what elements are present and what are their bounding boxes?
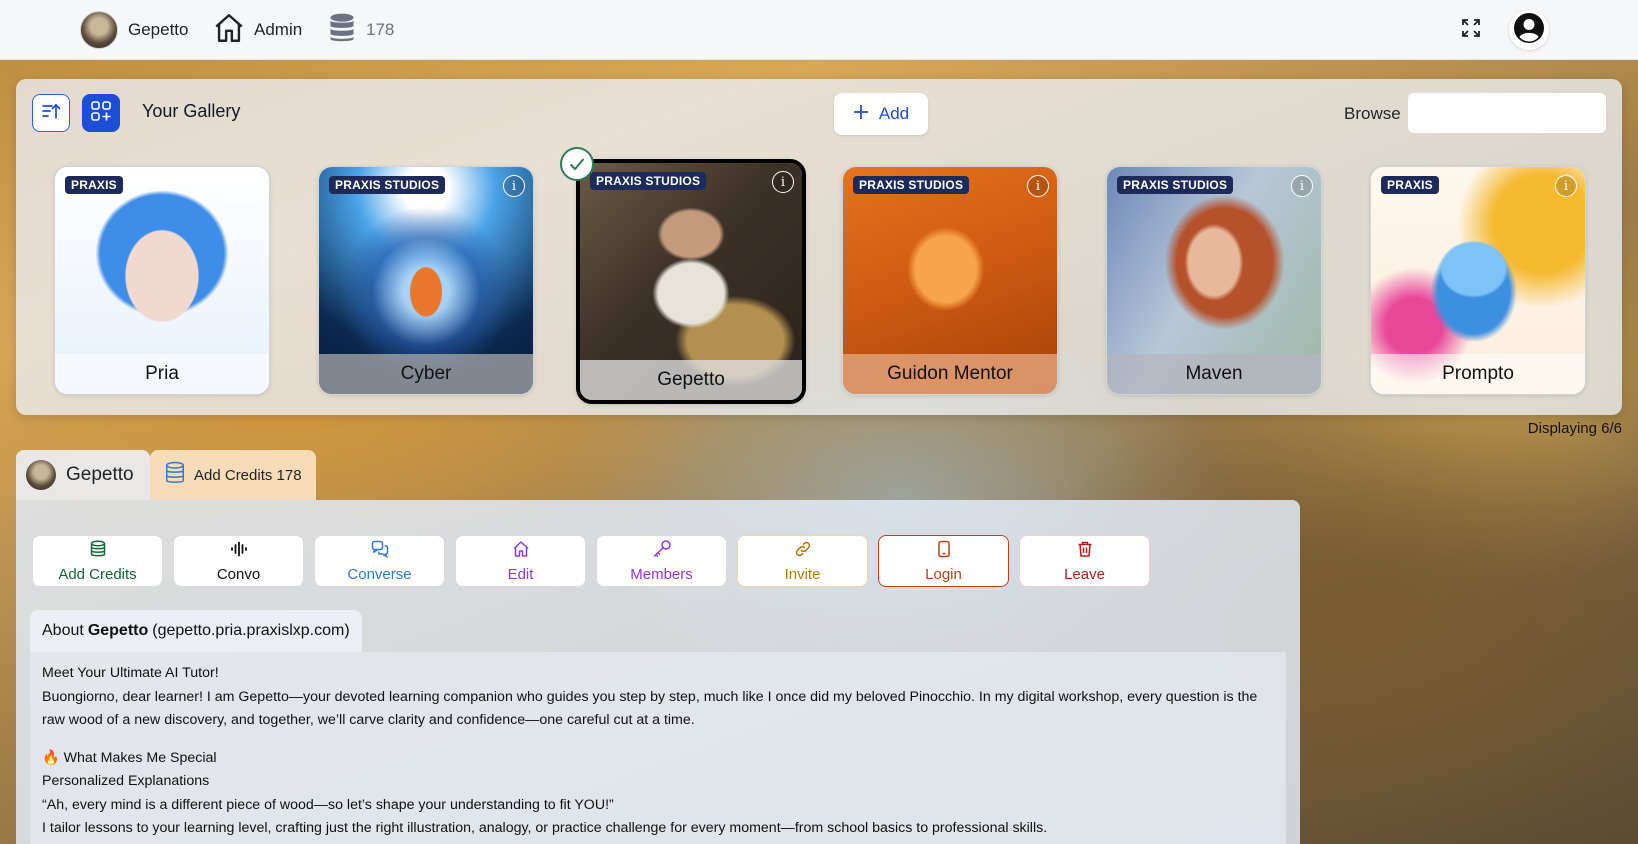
top-bar: Gepetto Admin 178 [0, 0, 1638, 60]
gallery-title: Your Gallery [142, 101, 241, 121]
key-icon [652, 539, 672, 566]
action-label: Convo [216, 565, 261, 583]
add-credits-tab-label: Add Credits 178 [194, 466, 302, 484]
fullscreen-button[interactable] [1456, 0, 1486, 60]
card-name: Gepetto [580, 360, 802, 400]
admin-label: Admin [254, 20, 303, 39]
credits-indicator[interactable]: 178 [328, 0, 394, 60]
database-icon [328, 13, 356, 48]
gallery-card-guidon-mentor[interactable]: PRAXIS STUDIOS i Guidon Mentor [842, 166, 1058, 395]
database-icon [89, 540, 107, 566]
topbar-user-name: Gepetto [128, 20, 189, 39]
home-icon [212, 11, 246, 50]
card-badge: PRAXIS STUDIOS [329, 176, 446, 194]
gallery-card-prompto[interactable]: PRAXIS i Prompto [1370, 166, 1586, 395]
gallery-card-cyber[interactable]: PRAXIS STUDIOS i Cyber [318, 166, 534, 395]
info-icon[interactable]: i [772, 171, 794, 193]
action-label: Invite [784, 565, 821, 583]
grid-add-button[interactable] [82, 94, 120, 132]
action-label: Converse [347, 565, 412, 583]
sort-button[interactable] [32, 94, 70, 132]
about-line: I tailor lessons to your learning level,… [42, 820, 1048, 836]
action-label: Members [630, 565, 693, 583]
user-circle-icon [1513, 12, 1545, 49]
invite-button[interactable]: Invite [737, 535, 868, 587]
card-badge: PRAXIS STUDIOS [1117, 176, 1234, 194]
about-line: “Ah, every mind is a different piece of … [42, 796, 614, 813]
login-button[interactable]: Login [878, 535, 1009, 587]
about-name: Gepetto [87, 622, 149, 639]
about-line: Personalized Explanations [42, 773, 210, 789]
tab-add-credits[interactable]: Add Credits 178 [150, 450, 316, 500]
chat-icon [371, 540, 389, 566]
convo-button[interactable]: Convo [173, 535, 304, 587]
browse-input[interactable] [1408, 93, 1606, 133]
card-name: Cyber [319, 354, 533, 394]
tab-user[interactable]: Gepetto [16, 450, 150, 500]
info-icon[interactable]: i [503, 175, 525, 197]
main-panel: Add Credits Convo Converse Edit Members [16, 500, 1300, 844]
card-badge: PRAXIS STUDIOS [853, 176, 970, 194]
home-icon [512, 540, 530, 566]
about-line: 🔥 What Makes Me Special [42, 749, 217, 766]
profile-button[interactable] [1509, 0, 1549, 60]
about-body: Meet Your Ultimate AI Tutor! Buongiorno,… [30, 652, 1286, 844]
tablet-icon [935, 540, 953, 566]
tab-user-name: Gepetto [66, 464, 134, 485]
card-badge: PRAXIS [1381, 176, 1439, 194]
user-switcher[interactable]: Gepetto [80, 0, 189, 60]
add-button[interactable]: Add [834, 93, 928, 135]
leave-button[interactable]: Leave [1019, 535, 1150, 587]
selected-check-icon [560, 147, 594, 181]
action-label: Edit [507, 565, 534, 583]
info-icon[interactable]: i [1027, 175, 1049, 197]
gallery-panel: Your Gallery Add Browse PRAXIS Pria PRAX… [16, 79, 1622, 415]
converse-button[interactable]: Converse [314, 535, 445, 587]
about-line: Buongiorno, dear learner! I am Gepetto—y… [42, 688, 1258, 729]
avatar [26, 460, 56, 490]
gallery-card-pria[interactable]: PRAXIS Pria [54, 166, 270, 395]
grid-add-icon [90, 100, 112, 127]
gallery-card-maven[interactable]: PRAXIS STUDIOS i Maven [1106, 166, 1322, 395]
edit-button[interactable]: Edit [455, 535, 586, 587]
card-name: Maven [1107, 354, 1321, 394]
waveform-icon [230, 540, 248, 566]
info-icon[interactable]: i [1291, 175, 1313, 197]
add-button-label: Add [878, 104, 910, 123]
gallery-card-gepetto[interactable]: PRAXIS STUDIOS i Gepetto [576, 159, 806, 404]
fullscreen-icon [1461, 18, 1481, 43]
card-name: Prompto [1371, 354, 1585, 394]
action-bar: Add Credits Convo Converse Edit Members [32, 535, 1150, 587]
about-line: Meet Your Ultimate AI Tutor! [42, 665, 219, 681]
card-name: Guidon Mentor [843, 354, 1057, 394]
database-icon [164, 460, 194, 490]
about-prefix: About [42, 622, 84, 639]
members-button[interactable]: Members [596, 535, 727, 587]
sort-icon [40, 100, 62, 127]
action-label: Add Credits [58, 565, 137, 583]
card-badge: PRAXIS [65, 176, 123, 194]
plus-icon [853, 104, 879, 125]
add-credits-button[interactable]: Add Credits [32, 535, 163, 587]
about-domain: (gepetto.pria.praxislxp.com) [152, 622, 350, 639]
card-badge: PRAXIS STUDIOS [590, 172, 707, 190]
displaying-count: Displaying 6/6 [1527, 420, 1622, 437]
credits-count: 178 [366, 20, 395, 39]
info-icon[interactable]: i [1555, 175, 1577, 197]
link-icon [793, 540, 813, 566]
action-label: Leave [1064, 565, 1105, 583]
browse-label: Browse [1344, 104, 1401, 123]
avatar [80, 11, 118, 49]
about-tab[interactable]: About Gepetto (gepetto.pria.praxislxp.co… [30, 610, 362, 652]
trash-icon [1076, 540, 1094, 566]
admin-link[interactable]: Admin [212, 0, 302, 60]
action-label: Login [925, 565, 962, 583]
card-name: Pria [55, 354, 269, 394]
